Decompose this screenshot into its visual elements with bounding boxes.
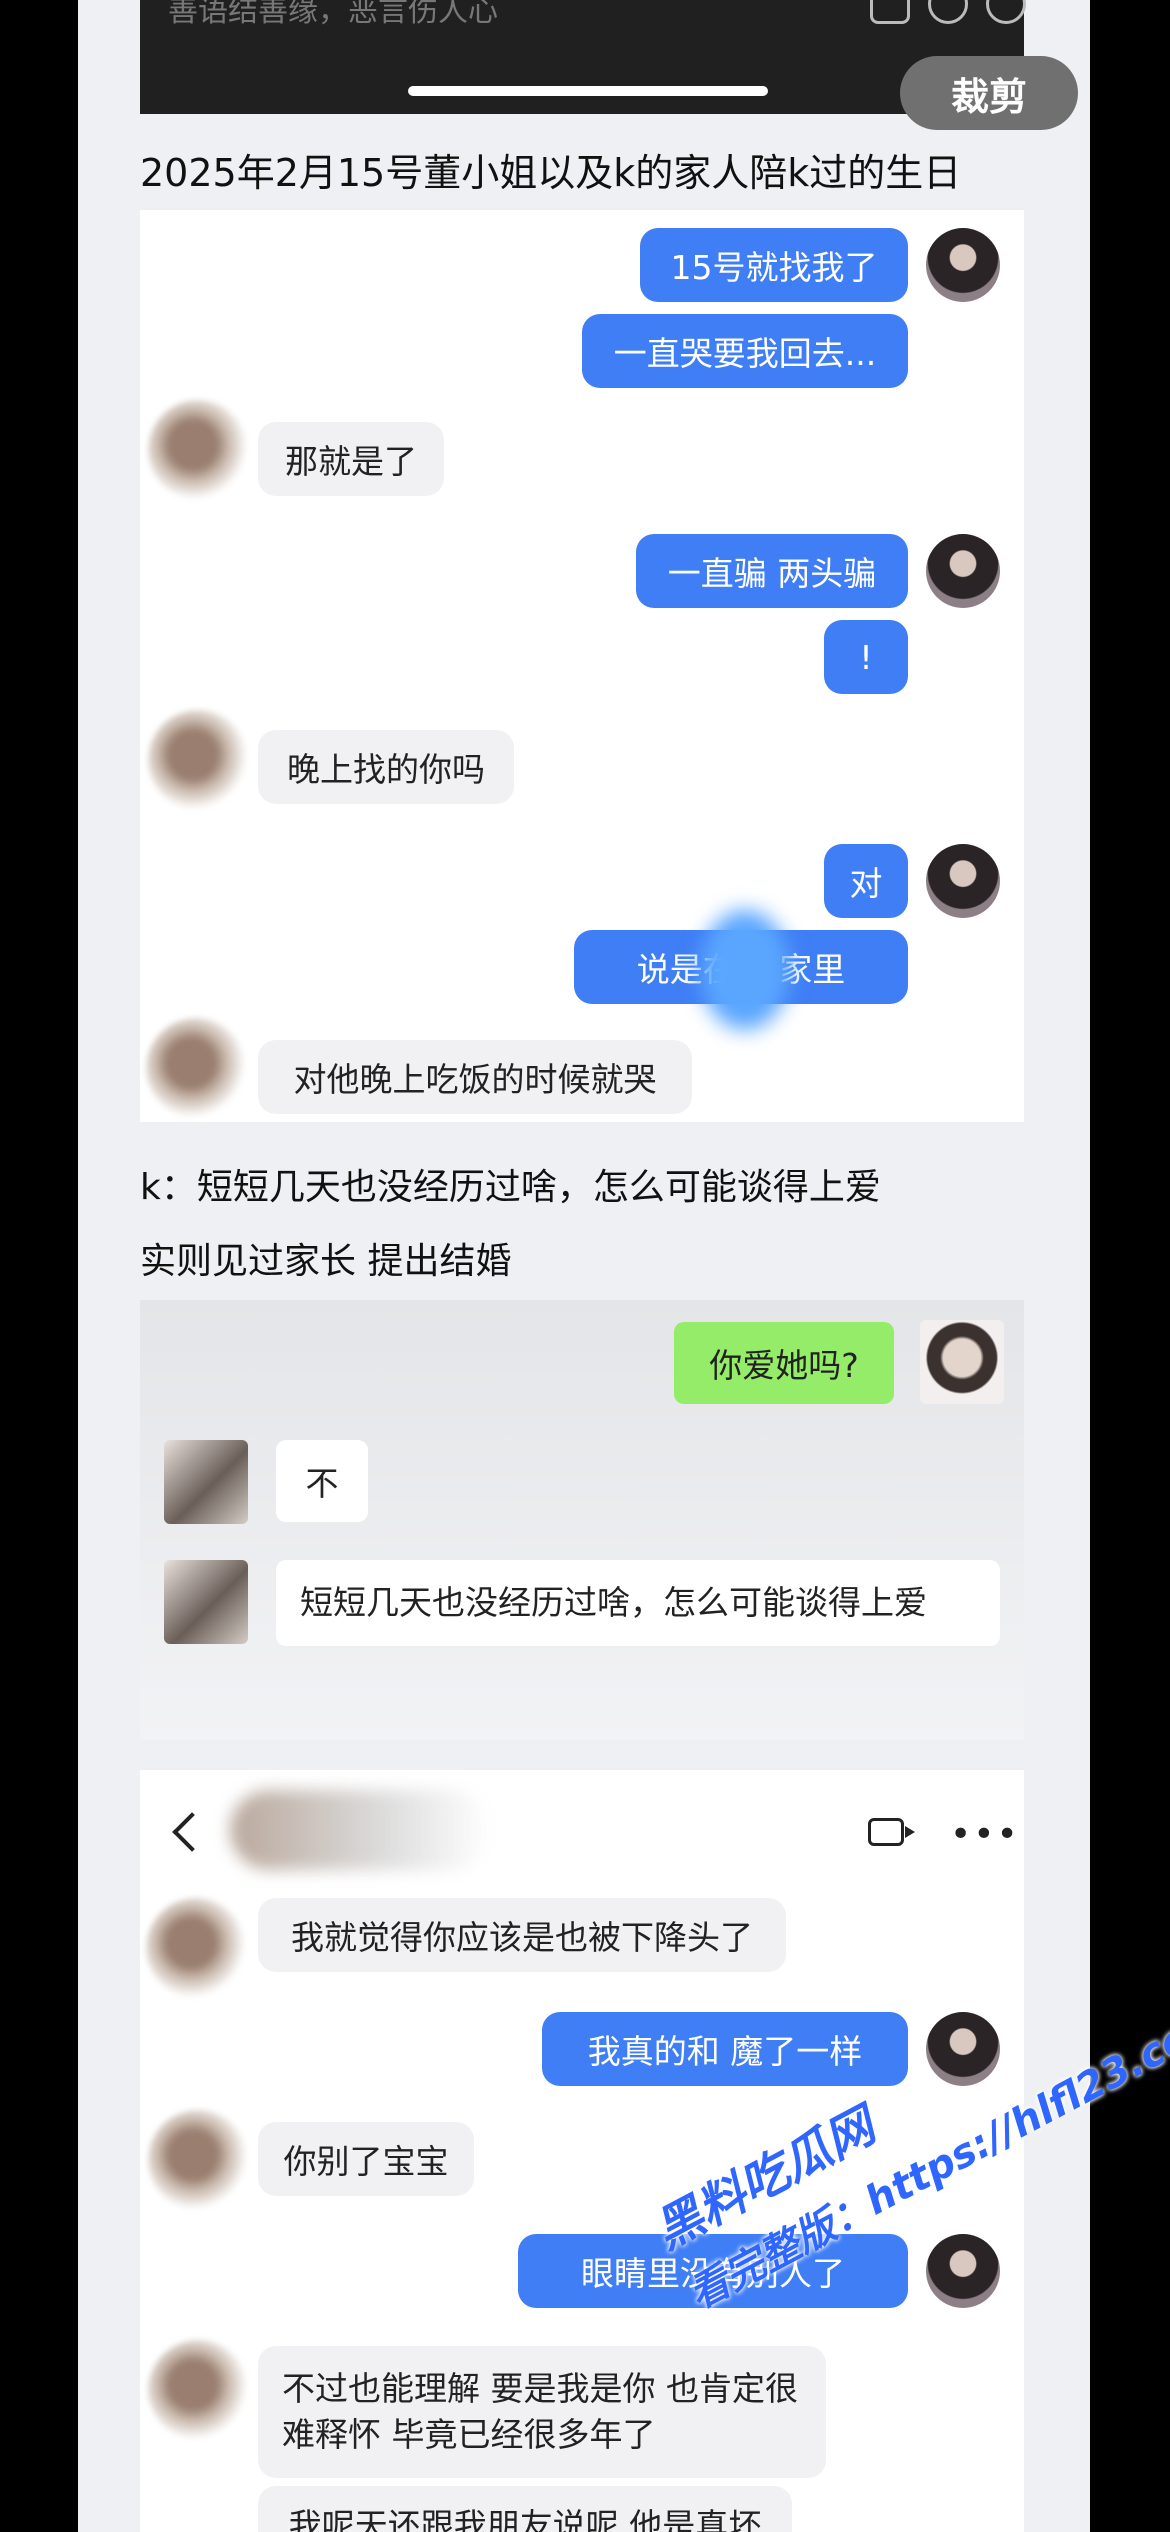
message-bubble: 你别了宝宝 <box>258 2122 474 2196</box>
avatar-self <box>926 534 1000 608</box>
emoji-icon[interactable] <box>986 0 1026 24</box>
avatar-other <box>146 1018 246 1118</box>
input-placeholder: 善语结善缘，恶言伤人心 <box>168 0 498 29</box>
avatar-other <box>148 2110 248 2210</box>
crop-button[interactable]: 裁剪 <box>900 56 1078 130</box>
message-bubble: 对 <box>824 844 908 918</box>
caption-note: 实则见过家长 提出结婚 <box>140 1241 512 1282</box>
message-bubble: 我就觉得你应该是也被下降头了 <box>258 1898 786 1972</box>
message-bubble: ! <box>824 620 908 694</box>
caption-quote: k：短短几天也没经历过啥，怎么可能谈得上爱 <box>140 1167 881 1208</box>
mention-icon[interactable] <box>928 0 968 24</box>
message-bubble: 你爱她吗? <box>674 1322 894 1404</box>
caption-birthday: 2025年2月15号董小姐以及k的家人陪k过的生日 <box>140 151 962 195</box>
avatar-self <box>926 2234 1000 2308</box>
avatar-other <box>148 710 248 810</box>
home-indicator <box>408 86 768 96</box>
chat-panel-2: 你爱她吗? 不 短短几天也没经历过啥，怎么可能谈得上爱 <box>140 1300 1024 1740</box>
message-bubble: 晚上找的你吗 <box>258 730 514 804</box>
avatar-other <box>146 1898 246 1998</box>
avatar-other <box>164 1560 248 1644</box>
message-bubble: 一直骗 两头骗 <box>636 534 908 608</box>
chat-panel-1: 15号就找我了 一直哭要我回去... 那就是了 一直骗 两头骗 ! 晚上找的你吗… <box>140 210 1024 1122</box>
message-bubble: 短短几天也没经历过啥，怎么可能谈得上爱 <box>276 1560 1000 1646</box>
blur-mask <box>700 910 790 1030</box>
message-bubble: 我呢天还跟我朋友说呢 他是真坏 <box>258 2486 792 2532</box>
avatar-self <box>920 1320 1004 1404</box>
message-bubble: 不 <box>276 1440 368 1522</box>
message-input-bar: 善语结善缘，恶言伤人心 <box>140 0 1026 114</box>
more-icon[interactable]: ••• <box>950 1814 1020 1855</box>
message-bubble: 对他晚上吃饭的时候就哭 <box>258 1040 692 1114</box>
avatar-self <box>926 844 1000 918</box>
message-bubble: 15号就找我了 <box>640 228 908 302</box>
avatar-other <box>148 2340 248 2440</box>
message-bubble: 不过也能理解 要是我是你 也肯定很难释怀 毕竟已经很多年了 <box>258 2346 826 2478</box>
avatar-other <box>164 1440 248 1524</box>
message-bubble: 我真的和 魔了一样 <box>542 2012 908 2086</box>
image-icon[interactable] <box>870 0 910 24</box>
video-call-icon[interactable] <box>868 1818 915 1846</box>
message-bubble: 一直哭要我回去... <box>582 314 908 388</box>
contact-name-blurred <box>230 1790 490 1870</box>
avatar-other <box>148 400 248 500</box>
avatar-self <box>926 228 1000 302</box>
message-bubble: 那就是了 <box>258 422 444 496</box>
back-icon[interactable] <box>172 1812 212 1852</box>
